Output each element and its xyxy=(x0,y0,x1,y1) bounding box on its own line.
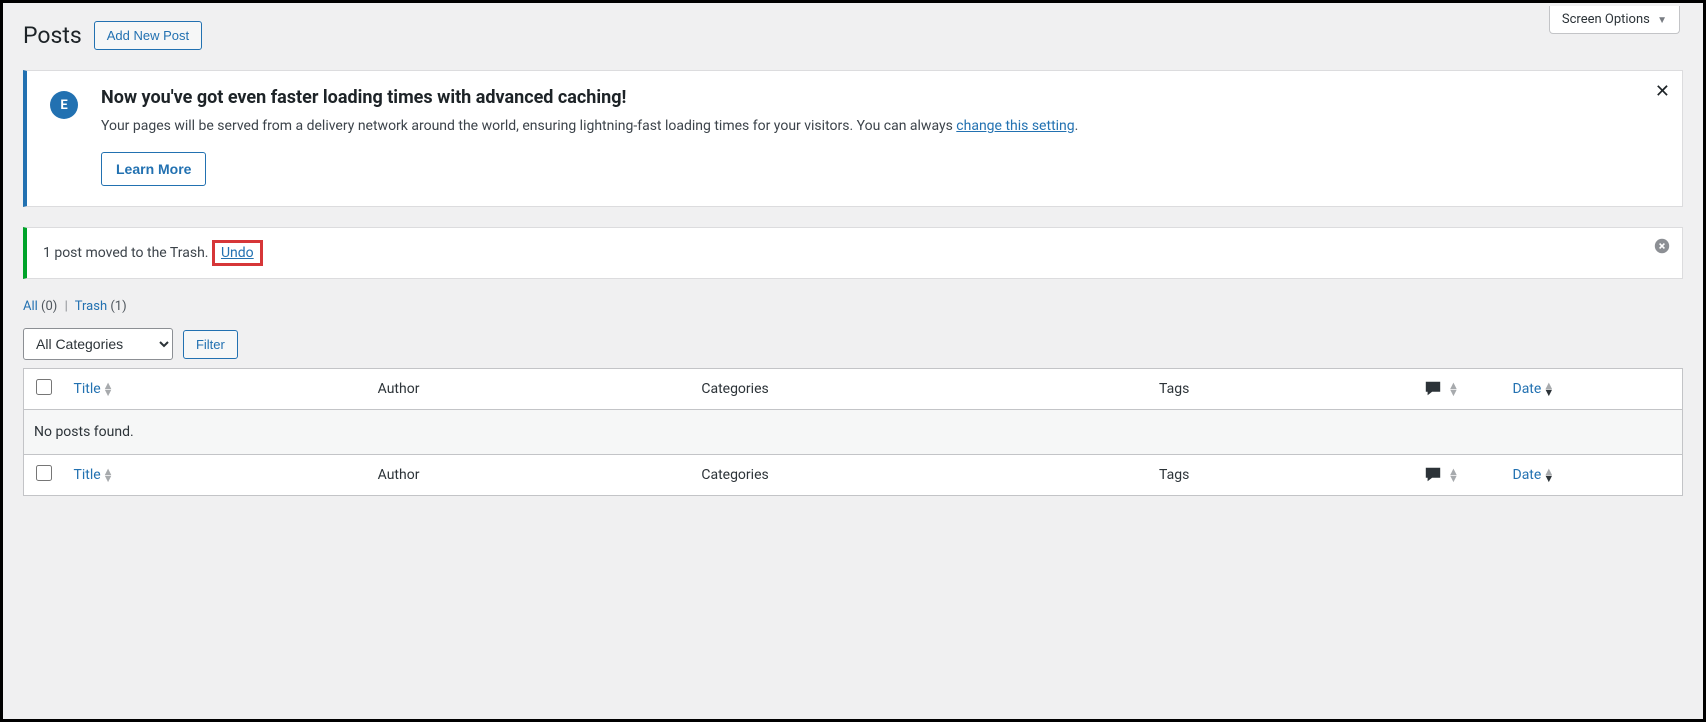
column-categories-header: Categories xyxy=(691,369,1149,410)
filter-all-link[interactable]: All xyxy=(23,299,38,314)
notice-text-before: Your pages will be served from a deliver… xyxy=(101,118,956,134)
column-comments-footer[interactable]: ▲▼ xyxy=(1413,455,1503,496)
category-select[interactable]: All Categories xyxy=(23,328,173,360)
screen-options-label: Screen Options xyxy=(1562,12,1650,27)
notice-content: Now you've got even faster loading times… xyxy=(89,87,1662,186)
sort-icon: ▲▼ xyxy=(103,468,112,482)
table-header-row: Title▲▼ Author Categories Tags ▲▼ Date▲▼ xyxy=(24,369,1683,410)
filter-button[interactable]: Filter xyxy=(183,330,238,359)
column-title-label-footer: Title xyxy=(74,467,101,483)
filter-trash-label: Trash xyxy=(75,299,107,314)
column-date-header[interactable]: Date▲▼ xyxy=(1503,369,1683,410)
column-categories-footer: Categories xyxy=(691,455,1149,496)
sort-icon: ▲▼ xyxy=(1543,468,1552,482)
add-new-post-button[interactable]: Add New Post xyxy=(94,21,202,50)
column-tags-header: Tags xyxy=(1149,369,1412,410)
column-tags-footer: Tags xyxy=(1149,455,1412,496)
column-title-footer[interactable]: Title▲▼ xyxy=(64,455,368,496)
column-date-label: Date xyxy=(1513,381,1542,397)
change-setting-link[interactable]: change this setting xyxy=(956,118,1074,134)
dismiss-icon[interactable] xyxy=(1654,238,1670,258)
column-author-footer: Author xyxy=(368,455,692,496)
column-title-header[interactable]: Title▲▼ xyxy=(64,369,368,410)
post-status-filters: All (0) | Trash (1) xyxy=(23,299,1683,314)
comments-icon xyxy=(1423,466,1443,484)
filter-trash-link[interactable]: Trash xyxy=(75,299,107,314)
filter-all-count: (0) xyxy=(41,299,57,314)
filter-trash-count: (1) xyxy=(110,299,126,314)
column-author-header: Author xyxy=(368,369,692,410)
posts-table: Title▲▼ Author Categories Tags ▲▼ Date▲▼… xyxy=(23,368,1683,496)
comments-icon xyxy=(1423,380,1443,398)
column-comments-header[interactable]: ▲▼ xyxy=(1413,369,1503,410)
category-filter-row: All Categories Filter xyxy=(23,328,1683,360)
undo-message: 1 post moved to the Trash. xyxy=(43,245,208,261)
elementor-icon: E xyxy=(50,91,78,119)
page-header: Posts Add New Post xyxy=(23,3,1683,70)
no-posts-row: No posts found. xyxy=(24,410,1683,455)
chevron-down-icon: ▼ xyxy=(1657,15,1667,26)
close-icon[interactable]: ✕ xyxy=(1655,81,1670,102)
filter-all-label: All xyxy=(23,299,38,314)
undo-highlight-box: Undo xyxy=(212,240,263,266)
select-all-checkbox-footer[interactable] xyxy=(36,465,52,481)
undo-link[interactable]: Undo xyxy=(221,245,254,261)
no-posts-message: No posts found. xyxy=(24,410,1683,455)
sort-icon: ▲▼ xyxy=(1543,382,1552,396)
select-all-footer xyxy=(24,455,64,496)
notice-text-after: . xyxy=(1075,118,1079,134)
select-all-checkbox[interactable] xyxy=(36,379,52,395)
sort-icon: ▲▼ xyxy=(103,382,112,396)
notice-text: Your pages will be served from a deliver… xyxy=(101,118,1662,134)
table-footer-row: Title▲▼ Author Categories Tags ▲▼ Date▲▼ xyxy=(24,455,1683,496)
notice-icon-wrap: E xyxy=(39,87,89,186)
column-title-label: Title xyxy=(74,381,101,397)
caching-notice-banner: E Now you've got even faster loading tim… xyxy=(23,70,1683,207)
learn-more-button[interactable]: Learn More xyxy=(101,152,206,186)
page-title: Posts xyxy=(23,22,82,49)
column-date-footer[interactable]: Date▲▼ xyxy=(1503,455,1683,496)
filter-separator: | xyxy=(65,299,68,314)
sort-icon: ▲▼ xyxy=(1448,468,1457,482)
notice-title: Now you've got even faster loading times… xyxy=(101,87,1662,108)
select-all-header xyxy=(24,369,64,410)
screen-options-button[interactable]: Screen Options ▼ xyxy=(1549,6,1680,34)
sort-icon: ▲▼ xyxy=(1448,382,1457,396)
column-date-label-footer: Date xyxy=(1513,467,1542,483)
undo-notice: 1 post moved to the Trash. Undo xyxy=(23,227,1683,279)
